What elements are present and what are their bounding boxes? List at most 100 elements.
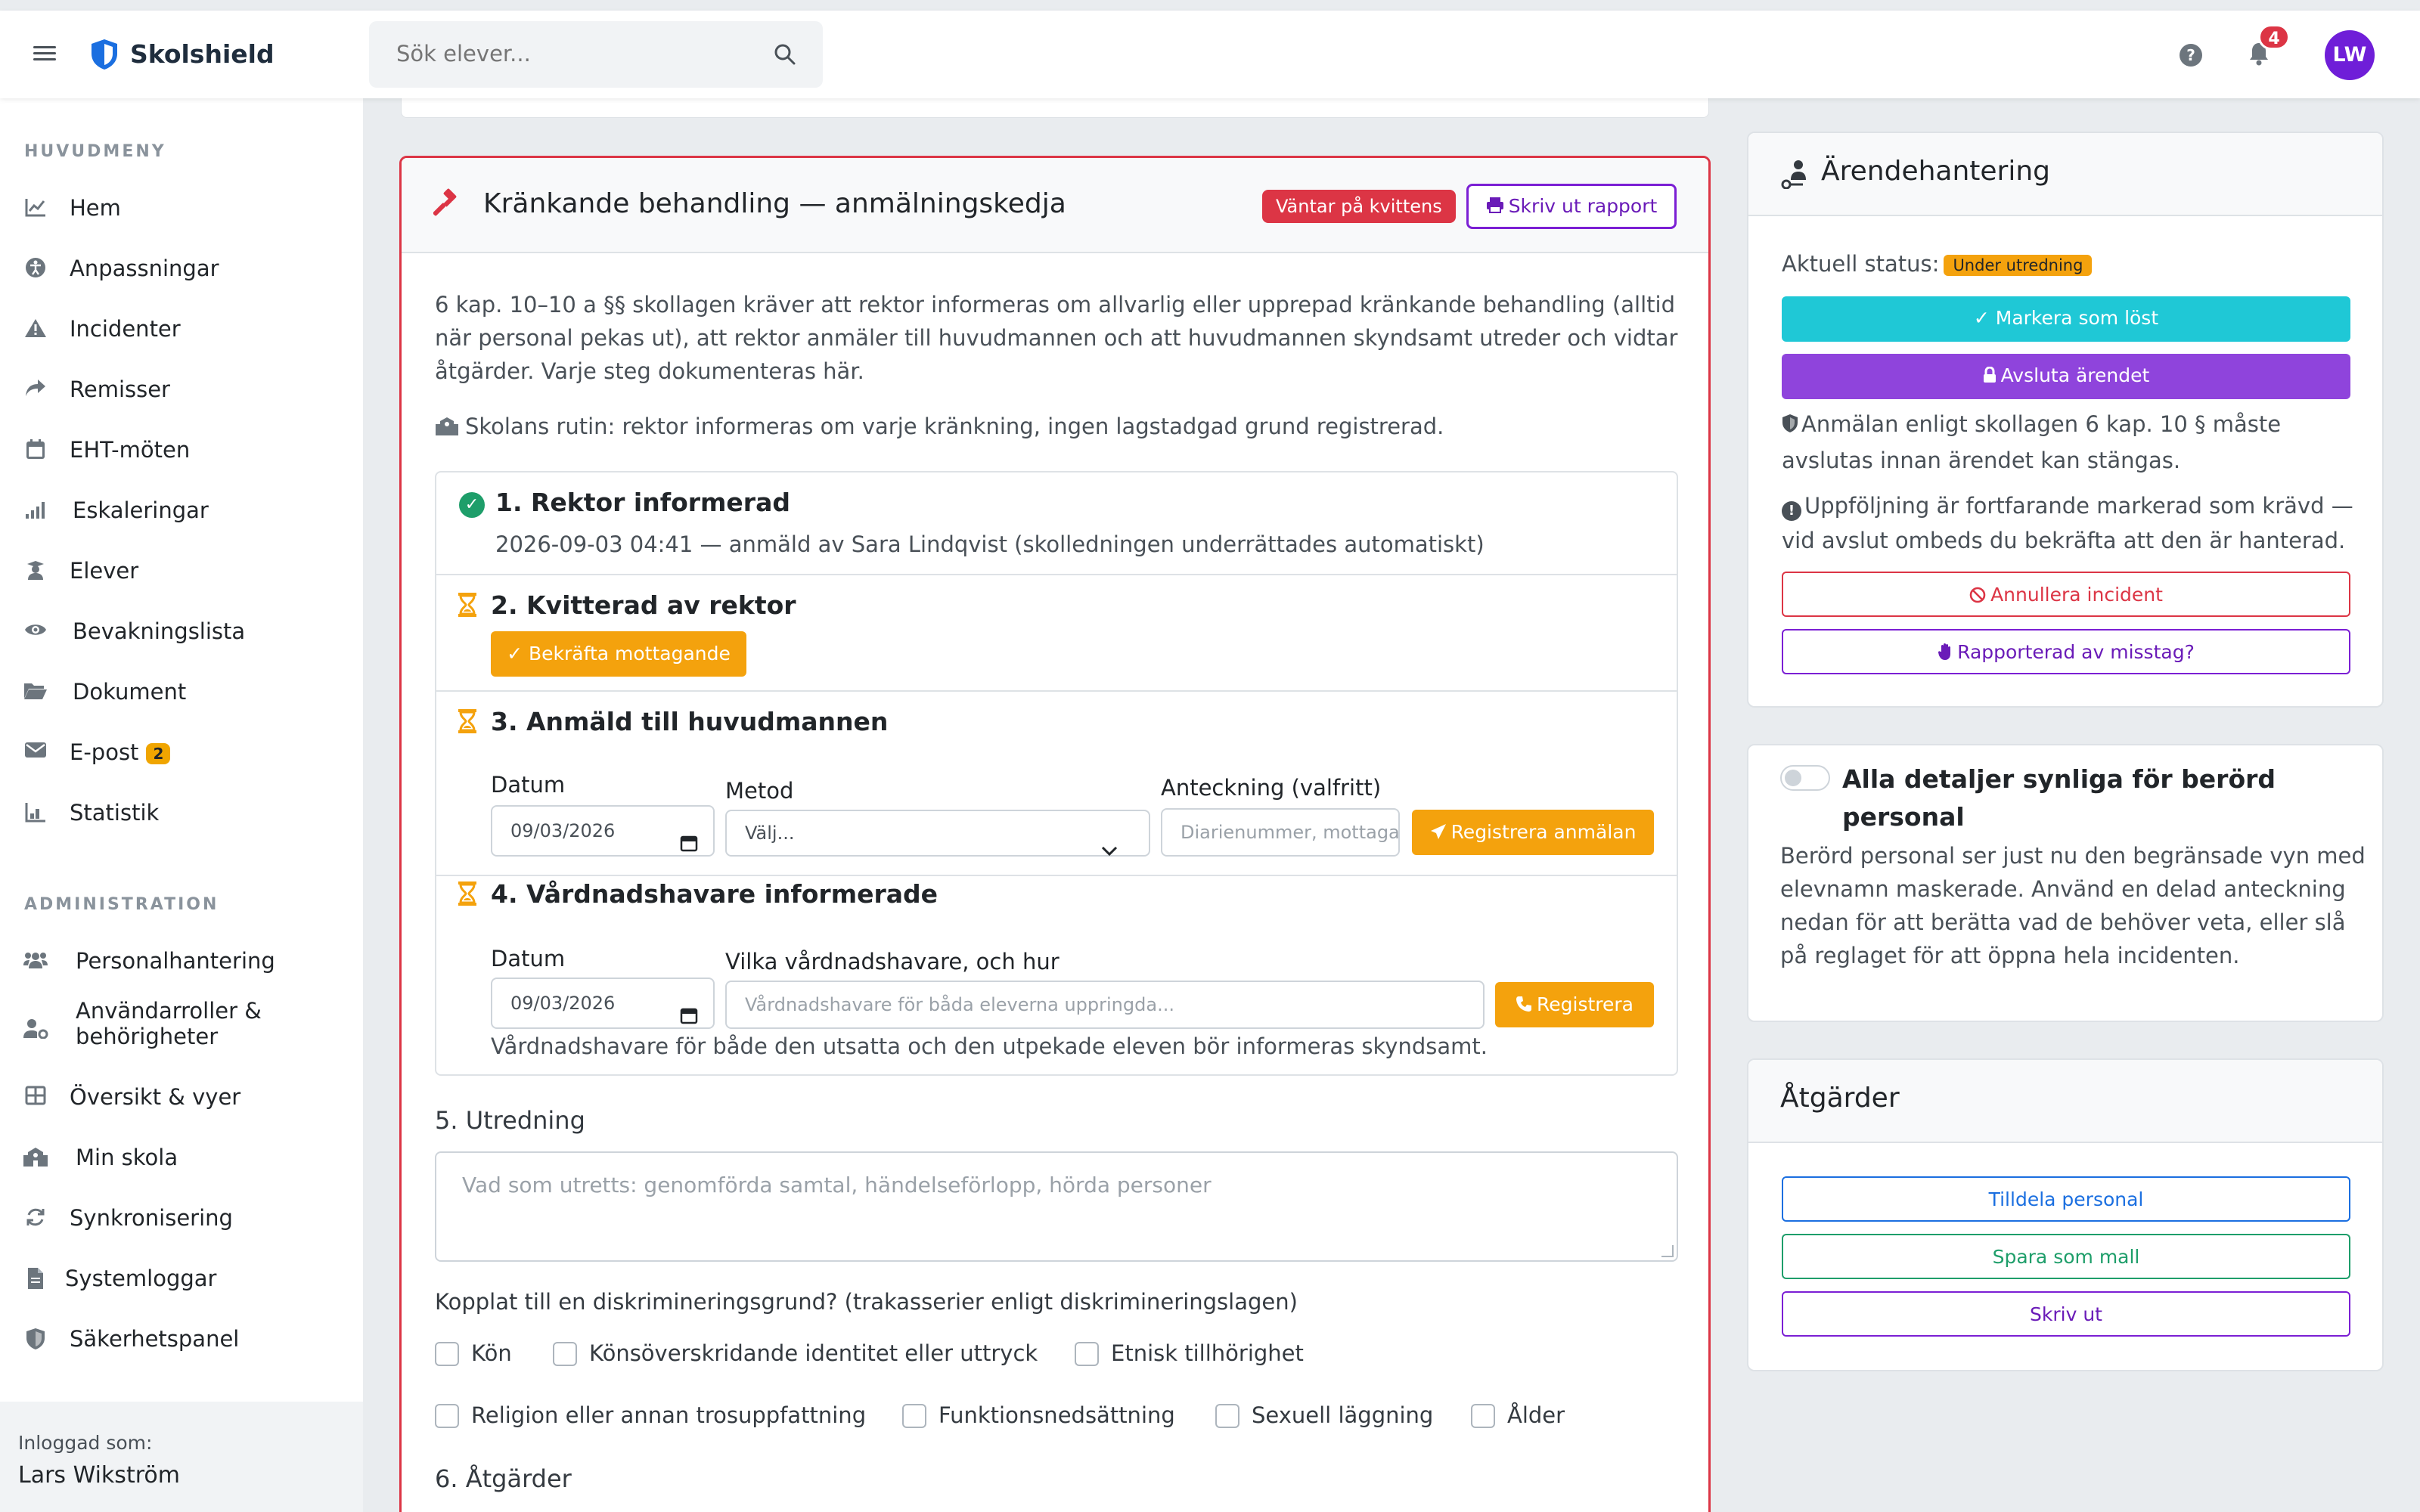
cancel-incident-label: Annullera incident [1990,584,2163,606]
sidebar-item-dokument[interactable]: Dokument [0,665,363,718]
sidebar-item-eskaleringar[interactable]: Eskaleringar [0,484,363,537]
sidebar-item-e-post[interactable]: E-post 2 [0,726,363,779]
checkbox-box[interactable] [1215,1404,1239,1428]
actions-card: Åtgärder Tilldela personal Spara som mal… [1747,1058,2384,1371]
calendar-icon[interactable] [680,822,698,870]
note-input[interactable]: Diarienummer, mottagare [1161,808,1400,857]
window-top-strip [0,0,2420,11]
check-icon: ✓ [1973,307,1996,329]
user-avatar[interactable]: LW [2325,30,2375,80]
method-select[interactable]: Välj... [725,810,1150,857]
step-1-detail: 2026-09-03 04:41 — anmäld av Sara Lindqv… [495,531,1485,557]
sidebar-item-min-skola[interactable]: Min skola [0,1131,363,1184]
shield-icon [23,1328,48,1350]
chevron-down-icon [1100,829,1118,873]
sidebar-item-label: Eskaleringar [73,497,209,523]
visibility-toggle[interactable] [1780,765,1830,791]
confirm-receipt-label: Bekräfta mottagande [529,643,731,665]
sidebar-item-systemloggar[interactable]: Systemloggar [0,1252,363,1305]
sidebar-item-label: Säkerhetspanel [70,1326,240,1352]
register-report-button[interactable]: Registrera anmälan [1412,810,1654,855]
print-button[interactable]: Skriv ut [1782,1291,2350,1337]
step-2-title: 2. Kvitterad av rektor [491,590,796,620]
mark-resolved-button[interactable]: ✓ Markera som löst [1782,296,2350,342]
help-icon[interactable]: ? [2180,44,2202,67]
sidebar-heading-main: HUVUDMENY [24,142,166,161]
check-circle-icon: ✓ [459,492,485,518]
top-navbar: Skolshield ? 4 LW [0,11,2420,98]
sidebar-item-remisser[interactable]: Remisser [0,363,363,416]
calendar-icon [23,438,48,461]
sidebar-item-anpassningar[interactable]: Anpassningar [0,242,363,295]
logged-in-label: Inloggad som: [18,1432,153,1454]
shield-logo-icon [89,38,119,74]
sidebar-item-label: Översikt & vyer [70,1084,241,1110]
checkbox-box[interactable] [902,1404,926,1428]
cancel-incident-button[interactable]: Annullera incident [1782,572,2350,617]
print-report-button[interactable]: Skriv ut rapport [1466,184,1677,229]
sidebar-item-hem[interactable]: Hem [0,181,363,234]
sidebar-item-eht-moten[interactable]: EHT-möten [0,423,363,476]
sidebar-item-label: Dokument [73,679,187,705]
user-gear-icon [23,1018,48,1040]
section-5-title: 5. Utredning [435,1106,585,1135]
sidebar-item-synkronisering[interactable]: Synkronisering [0,1191,363,1244]
shield-icon [1782,408,1798,443]
notification-count-badge: 4 [2258,24,2290,50]
confirm-receipt-button[interactable]: ✓ Bekräfta mottagande [491,631,746,677]
sidebar: HUVUDMENY Hem Anpassningar Incidenter Re… [0,98,363,1512]
chart-bar-icon [23,801,48,824]
ban-icon [1969,575,1986,619]
table-icon [23,1086,48,1108]
resize-handle[interactable] [1661,1245,1674,1257]
sidebar-item-bevakningslista[interactable]: Bevakningslista [0,605,363,658]
sidebar-item-anvandarroller[interactable]: Användarroller & behörigheter [0,995,363,1063]
search-icon[interactable] [773,42,797,70]
step-1-title: 1. Rektor informerad [495,488,790,517]
date-label: Datum [491,772,566,798]
method-label: Metod [725,778,794,804]
method-value: Välj... [745,823,795,844]
hamburger-menu-icon[interactable] [33,42,56,65]
card-title: Kränkande behandling — anmälningskedja [483,188,1066,219]
checkbox-box[interactable] [1075,1342,1099,1366]
search-input[interactable] [396,41,744,67]
step-3-date-input[interactable]: 09/03/2026 [491,805,715,857]
brand-name[interactable]: Skolshield [130,39,275,69]
checkbox-box[interactable] [435,1342,459,1366]
checkbox-box[interactable] [1471,1404,1495,1428]
status-label: Aktuell status: [1782,251,1940,277]
checkbox-label: Funktionsnedsättning [939,1402,1175,1428]
sidebar-item-sakerhetspanel[interactable]: Säkerhetspanel [0,1312,363,1365]
step-4-title: 4. Vårdnadshavare informerade [491,879,939,909]
step-4-date-input[interactable]: 09/03/2026 [491,978,715,1029]
assign-staff-button[interactable]: Tilldela personal [1782,1176,2350,1222]
sidebar-item-incidenter[interactable]: Incidenter [0,302,363,355]
checkbox-box[interactable] [553,1342,577,1366]
sidebar-item-oversikt[interactable]: Översikt & vyer [0,1070,363,1123]
followup-note: ! Uppföljning är fortfarande markerad som… [1782,488,2356,558]
phone-icon [1516,984,1532,1029]
visibility-toggle-label[interactable]: Alla detaljer synliga för berörd persona… [1842,761,2356,836]
guardians-note: Vårdnadshavare för både den utsatta och … [491,1033,1488,1059]
sidebar-item-personalhantering[interactable]: Personalhantering [0,934,363,987]
investigation-textarea[interactable]: Vad som utretts: genomförda samtal, händ… [435,1151,1678,1262]
sidebar-item-label: EHT-möten [70,437,191,463]
reported-by-mistake-button[interactable]: Rapporterad av misstag? [1782,629,2350,674]
close-case-button[interactable]: Avsluta ärendet [1782,354,2350,399]
search-box[interactable] [369,21,823,88]
sidebar-item-elever[interactable]: Elever [0,544,363,597]
guardians-input[interactable]: Vårdnadshavare för båda eleverna uppring… [725,981,1485,1029]
closing-note: Anmälan enligt skollagen 6 kap. 10 § mås… [1782,407,2356,478]
checkbox-box[interactable] [435,1404,459,1428]
close-case-label: Avsluta ärendet [2000,364,2150,386]
save-template-button[interactable]: Spara som mall [1782,1234,2350,1279]
case-card-title: Ärendehantering [1821,156,2051,187]
visibility-card: Alla detaljer synliga för berörd persona… [1747,744,2384,1022]
sidebar-item-statistik[interactable]: Statistik [0,786,363,839]
intro-text: 6 kap. 10–10 a §§ skollagen kräver att r… [435,292,1678,384]
register-button[interactable]: Registrera [1495,982,1654,1027]
sidebar-item-label: E-post 2 [70,739,171,765]
sidebar-item-label: Synkronisering [70,1205,233,1231]
closing-note-text: Anmälan enligt skollagen 6 kap. 10 § mås… [1782,411,2282,473]
